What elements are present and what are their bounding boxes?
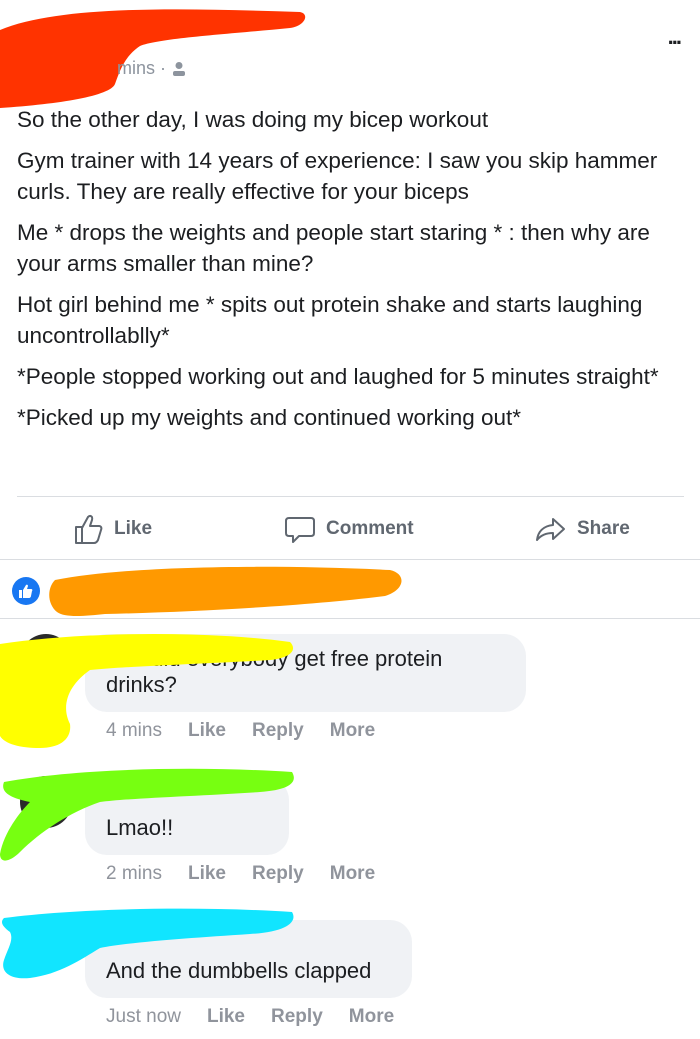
comment-meta: Just now Like Reply More: [106, 1006, 394, 1028]
share-label: Share: [577, 518, 630, 539]
comment-icon: [285, 517, 315, 543]
redaction-scribble-commenter-3: [2, 908, 294, 979]
redaction-scribble-reactions: [49, 566, 402, 616]
comment-like-button[interactable]: Like: [188, 720, 226, 742]
comment-more-button[interactable]: More: [330, 720, 375, 742]
comment-timestamp: Just now: [106, 1006, 181, 1027]
post-paragraph: *People stopped working out and laughed …: [17, 364, 659, 389]
like-reaction-icon[interactable]: [12, 577, 40, 605]
comment-timestamp: 2 mins: [106, 863, 162, 884]
privacy-friends-icon: [173, 61, 185, 76]
reactions-divider: [0, 618, 700, 619]
comment-like-button[interactable]: Like: [207, 1006, 245, 1028]
comment-label: Comment: [326, 518, 414, 539]
comment-like-button[interactable]: Like: [188, 863, 226, 885]
thumbs-up-icon: [75, 515, 103, 544]
comment-meta: 4 mins Like Reply More: [106, 720, 375, 742]
comment-more-button[interactable]: More: [349, 1006, 394, 1028]
share-arrow-icon: [536, 518, 565, 541]
post-paragraph: Hot girl behind me * spits out protein s…: [17, 292, 643, 348]
post-paragraph: Gym trainer with 14 years of experience:…: [17, 148, 658, 204]
post-paragraph: So the other day, I was doing my bicep w…: [17, 107, 489, 132]
post-actions-bar: Like Comment Share: [0, 505, 700, 551]
post-paragraph: Me * drops the weights and people start …: [17, 220, 650, 276]
comment-reply-button[interactable]: Reply: [252, 863, 304, 885]
comment-meta: 2 mins Like Reply More: [106, 863, 375, 885]
comment-timestamp: 4 mins: [106, 720, 162, 741]
actions-divider-bottom: [0, 559, 700, 560]
actions-divider-top: [17, 496, 684, 497]
comment-reply-button[interactable]: Reply: [271, 1006, 323, 1028]
post-meta: mins ·: [117, 58, 186, 79]
like-button[interactable]: Like: [72, 513, 152, 545]
more-options-icon[interactable]: ...: [668, 24, 682, 50]
post-paragraph: *Picked up my weights and continued work…: [17, 405, 522, 430]
post-timestamp: mins ·: [117, 58, 166, 78]
comment-reply-button[interactable]: Reply: [252, 720, 304, 742]
comment-more-button[interactable]: More: [330, 863, 375, 885]
redaction-scribble-commenter-2: [0, 768, 294, 861]
post-body: So the other day, I was doing my bicep w…: [17, 104, 687, 443]
share-button[interactable]: Share: [535, 513, 630, 545]
like-label: Like: [114, 518, 153, 539]
comment-button[interactable]: Comment: [284, 513, 414, 545]
